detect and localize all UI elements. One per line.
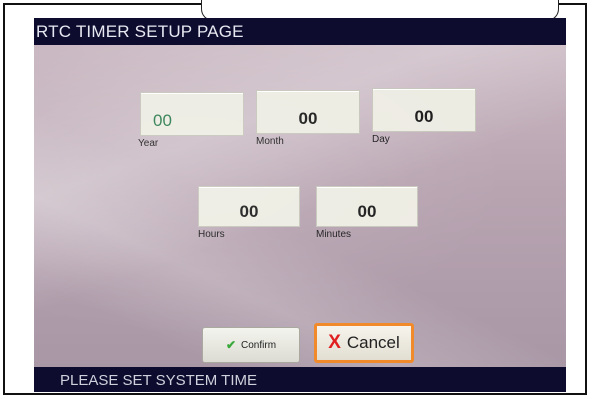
month-field[interactable]: 00 (256, 90, 360, 134)
confirm-button[interactable]: ✔ Confirm (202, 327, 300, 363)
hours-field[interactable]: 00 (198, 186, 300, 227)
hours-label: Hours (198, 229, 225, 240)
check-icon: ✔ (225, 338, 237, 352)
year-field[interactable]: 00 (140, 92, 244, 136)
device-screen: RTC TIMER SETUP PAGE 00 Year 00 Month 00… (34, 18, 566, 392)
hours-value: 00 (239, 202, 259, 221)
day-label: Day (372, 134, 390, 145)
setup-panel: 00 Year 00 Month 00 Day 00 Hours 00 Minu… (34, 45, 566, 367)
cancel-button[interactable]: X Cancel (314, 323, 414, 363)
x-icon: X (328, 332, 341, 353)
year-value: 00 (153, 111, 172, 130)
minutes-field[interactable]: 00 (316, 186, 418, 227)
year-label: Year (138, 138, 159, 149)
cancel-label: Cancel (346, 333, 400, 352)
minutes-label: Minutes (316, 229, 352, 240)
month-label: Month (256, 136, 284, 147)
day-field[interactable]: 00 (372, 88, 476, 132)
month-value: 00 (298, 109, 318, 128)
minutes-value: 00 (357, 202, 377, 221)
status-message: PLEASE SET SYSTEM TIME (60, 372, 258, 389)
page-title: RTC TIMER SETUP PAGE (36, 22, 244, 41)
day-value: 00 (414, 107, 434, 126)
confirm-label: Confirm (241, 339, 277, 351)
